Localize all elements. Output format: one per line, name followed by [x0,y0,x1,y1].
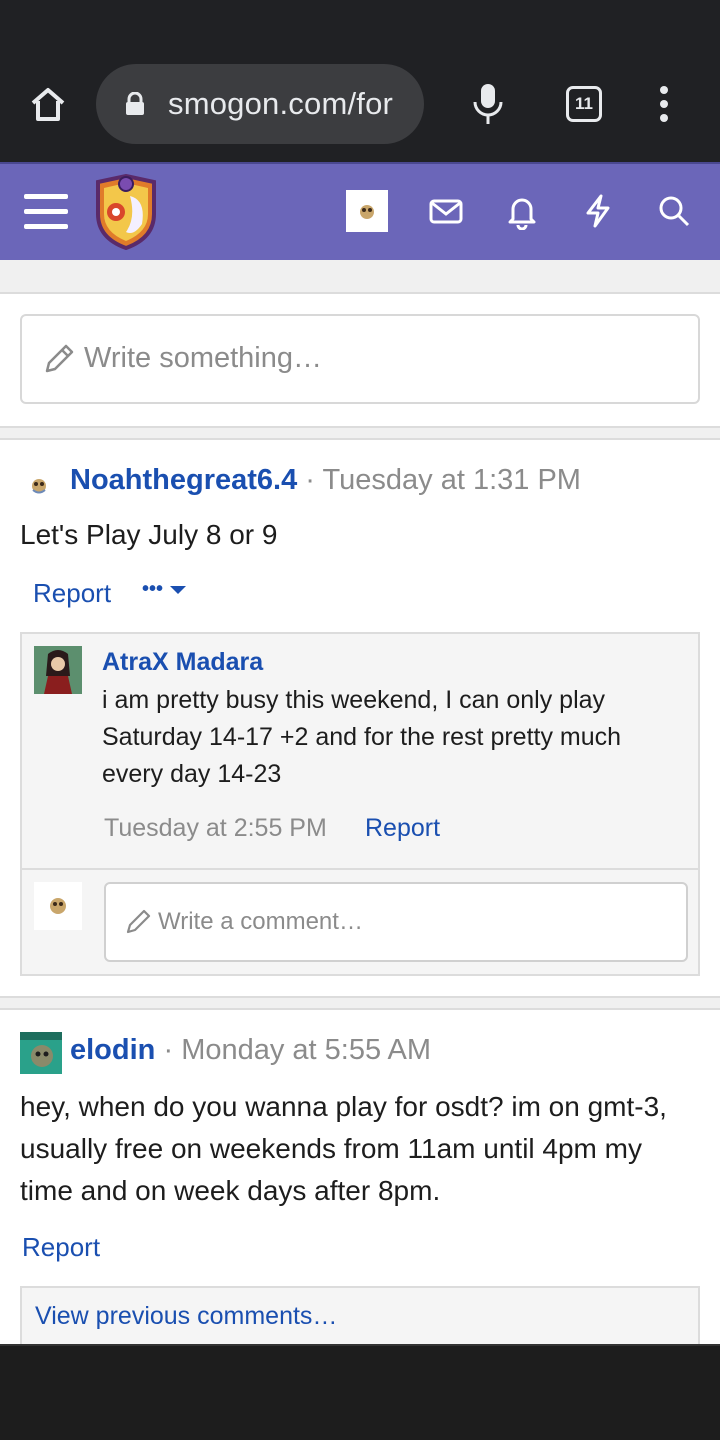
caret-down-icon [169,585,186,594]
url-text: smogon.com/for [168,86,394,121]
user-avatar[interactable] [346,190,388,232]
mail-icon[interactable] [427,192,465,230]
report-link[interactable]: Report [33,578,111,609]
pencil-icon [126,909,151,934]
tab-switcher-button[interactable]: 11 [566,86,602,122]
smogon-logo[interactable] [92,174,160,250]
current-user-avatar[interactable] [34,882,82,930]
profile-post: Noahthegreat6.4 · Tuesday at 1:31 PM Let… [0,438,720,998]
comment-timestamp[interactable]: Tuesday at 2:55 PM [104,814,327,843]
microphone-icon[interactable] [470,82,506,126]
comment-text: i am pretty busy this weekend, I can onl… [102,686,622,788]
site-header [0,162,720,260]
profile-post: elodin · Monday at 5:55 AM hey, when do … [0,1008,720,1344]
post-text: Let's Play July 8 or 9 [20,519,278,550]
bell-icon[interactable] [503,192,541,230]
home-icon[interactable] [28,84,68,124]
separator: · [305,464,315,496]
browser-toolbar: smogon.com/for 11 [0,0,720,162]
more-options-button[interactable]: ••• [142,578,187,601]
post-text: hey, when do you wanna play for osdt? im… [20,1091,667,1206]
post-timestamp[interactable]: Monday at 5:55 AM [181,1034,431,1066]
post-timestamp[interactable]: Tuesday at 1:31 PM [323,464,581,496]
post-header: elodin · Monday at 5:55 AM [70,1034,431,1067]
bolt-icon[interactable] [579,192,617,230]
comment-report-link[interactable]: Report [365,814,440,843]
comments-section: AtraX Madara i am pretty busy this weeke… [20,632,700,976]
view-previous-comments[interactable]: View previous comments… [20,1286,700,1344]
write-comment-input[interactable]: Write a comment… [104,882,688,962]
lock-icon [126,92,144,115]
pencil-icon [45,344,74,373]
post-header: Noahthegreat6.4 · Tuesday at 1:31 PM [70,464,581,497]
view-previous-comments-link[interactable]: View previous comments… [35,1302,337,1331]
compose-placeholder: Write something… [84,342,322,374]
poster-avatar[interactable] [24,470,54,500]
commenter-avatar[interactable] [34,646,82,694]
poster-avatar[interactable] [20,1032,62,1074]
search-icon[interactable] [655,192,693,230]
compose-panel: Write something… [0,292,720,428]
system-navigation-bar [0,1344,720,1440]
divider [22,868,698,870]
address-bar[interactable]: smogon.com/for [96,64,424,144]
write-something-input[interactable]: Write something… [20,314,700,404]
menu-icon[interactable] [24,194,68,230]
separator: · [163,1034,174,1066]
more-vert-icon[interactable] [654,84,674,124]
username-link[interactable]: Noahthegreat6.4 [70,464,297,496]
profile-posts-feed: Write something… Noahthegreat6.4 · Tuesd… [0,260,720,1344]
comment-username[interactable]: AtraX Madara [102,648,263,677]
report-link[interactable]: Report [22,1232,100,1263]
more-dots-icon: ••• [142,578,164,600]
comment-placeholder: Write a comment… [158,908,363,935]
username-link[interactable]: elodin [70,1034,155,1066]
